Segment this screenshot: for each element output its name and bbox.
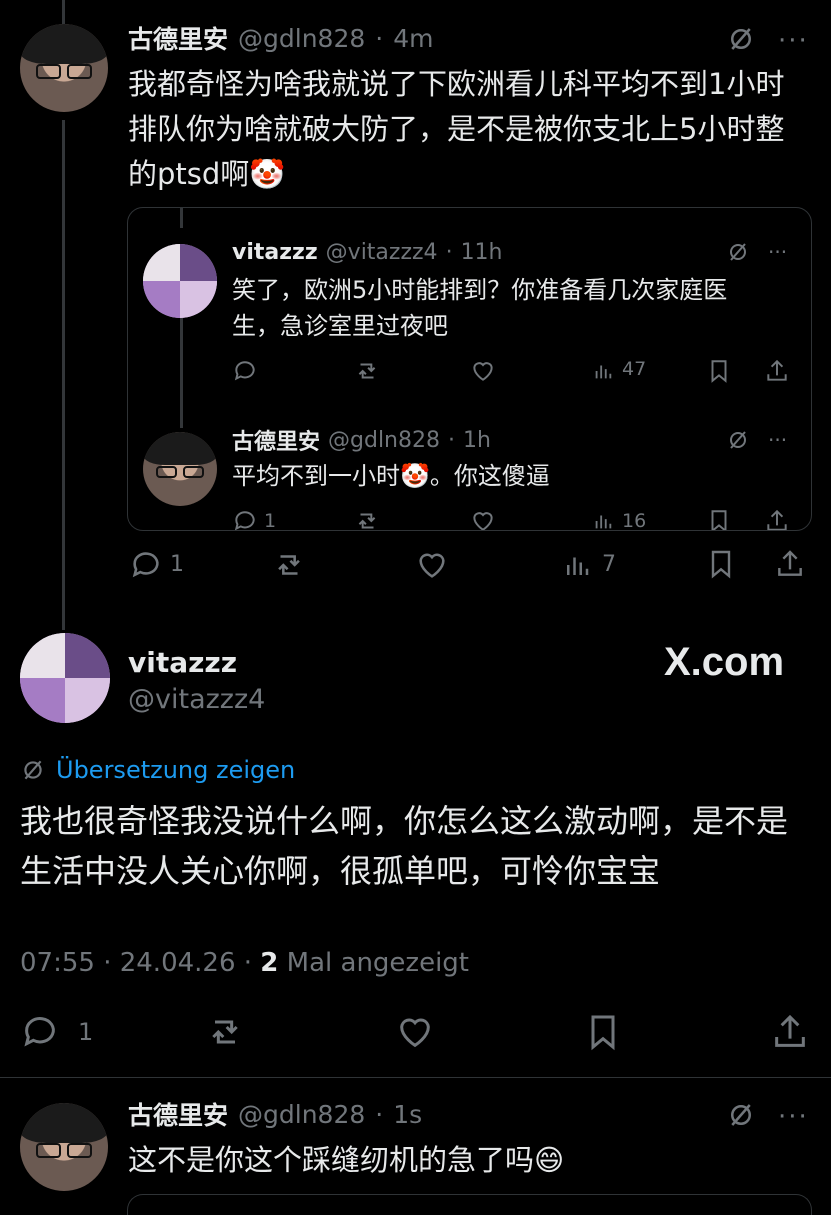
views-count: 47 bbox=[622, 358, 647, 380]
avatar[interactable] bbox=[20, 24, 108, 112]
post-time[interactable]: 11h bbox=[461, 240, 503, 265]
post-timestamp[interactable]: 07:55 · 24.04.26 · bbox=[20, 948, 260, 978]
views-icon[interactable] bbox=[592, 510, 614, 530]
author-name[interactable]: vitazzz bbox=[232, 240, 318, 265]
post-meta: 07:55 · 24.04.26 · 2 Mal angezeigt bbox=[20, 946, 469, 980]
bookmark-icon[interactable] bbox=[583, 1012, 623, 1052]
views-count: 7 bbox=[602, 552, 616, 577]
post-header: 古德里安 @gdln828 · 4m bbox=[128, 20, 433, 56]
bookmark-icon[interactable] bbox=[706, 358, 732, 384]
like-icon[interactable] bbox=[415, 548, 449, 582]
avatar[interactable] bbox=[20, 633, 110, 723]
divider bbox=[0, 1077, 831, 1078]
grok-icon[interactable] bbox=[726, 1100, 756, 1130]
reply-count: 1 bbox=[264, 510, 277, 531]
reply-count: 1 bbox=[170, 552, 184, 577]
post-header: vitazzz @vitazzz4 · 11h bbox=[232, 239, 503, 265]
bookmark-icon[interactable] bbox=[706, 508, 732, 530]
reply-icon[interactable] bbox=[232, 508, 258, 530]
translate-icon bbox=[20, 757, 46, 783]
author-handle[interactable]: @vitazzz4 bbox=[128, 684, 265, 715]
avatar[interactable] bbox=[143, 244, 217, 318]
grok-icon[interactable] bbox=[726, 428, 750, 452]
post-text: 这不是你这个踩缝纫机的急了吗😄 bbox=[128, 1143, 565, 1177]
repost-icon[interactable] bbox=[354, 508, 380, 530]
author-handle[interactable]: @gdln828 bbox=[238, 1100, 365, 1129]
more-icon[interactable]: ··· bbox=[778, 26, 809, 56]
author-handle[interactable]: @vitazzz4 bbox=[326, 240, 438, 265]
quote-thread-line bbox=[180, 304, 183, 428]
author-name[interactable]: 古德里安 bbox=[232, 424, 320, 456]
view-count: 2 bbox=[260, 948, 279, 978]
grok-icon[interactable] bbox=[726, 240, 750, 264]
views-icon[interactable] bbox=[562, 550, 592, 580]
avatar[interactable] bbox=[143, 432, 217, 506]
translate-link[interactable]: Übersetzung zeigen bbox=[20, 754, 295, 786]
post-text: 平均不到一小时🤡。你这傻逼 bbox=[232, 462, 550, 490]
views-count: 16 bbox=[622, 510, 647, 531]
repost-icon[interactable] bbox=[205, 1012, 245, 1052]
share-icon[interactable] bbox=[770, 1012, 810, 1052]
views-icon[interactable] bbox=[592, 360, 614, 382]
share-icon[interactable] bbox=[764, 358, 790, 384]
post-text: 我都奇怪为啥我就说了下欧洲看儿科平均不到1小时排队你为啥就破大防了，是不是被你支… bbox=[128, 67, 785, 191]
avatar[interactable] bbox=[20, 1103, 108, 1191]
author-name[interactable]: 古德里安 bbox=[128, 1096, 228, 1132]
quote-thread-line-top bbox=[180, 208, 183, 228]
post-header: 古德里安 @gdln828 · 1s bbox=[128, 1096, 422, 1132]
reply-icon[interactable] bbox=[232, 358, 258, 384]
translate-label: Übersetzung zeigen bbox=[56, 756, 296, 784]
share-icon[interactable] bbox=[774, 548, 806, 580]
more-icon[interactable]: ··· bbox=[778, 1102, 809, 1132]
reply-icon[interactable] bbox=[20, 1012, 60, 1052]
thread-line-top bbox=[62, 0, 65, 24]
like-icon[interactable] bbox=[395, 1012, 435, 1052]
more-icon[interactable]: ··· bbox=[768, 240, 787, 264]
post-time[interactable]: 4m bbox=[393, 24, 433, 53]
share-icon[interactable] bbox=[764, 508, 790, 530]
grok-icon[interactable] bbox=[726, 24, 756, 54]
post-time[interactable]: 1s bbox=[393, 1100, 422, 1129]
bookmark-icon[interactable] bbox=[705, 548, 737, 580]
author-handle[interactable]: @gdln828 bbox=[328, 428, 440, 453]
quote-box-edge bbox=[127, 1194, 812, 1215]
thread-line bbox=[62, 120, 65, 630]
like-icon[interactable] bbox=[470, 508, 496, 530]
action-bar: 1 16 bbox=[232, 506, 802, 531]
reply-count: 1 bbox=[78, 1018, 94, 1046]
view-label: Mal angezeigt bbox=[278, 948, 469, 978]
author-name[interactable]: 古德里安 bbox=[128, 20, 228, 56]
repost-icon[interactable] bbox=[354, 358, 380, 384]
quoted-thread[interactable]: vitazzz @vitazzz4 · 11h ··· 笑了，欧洲5小时能排到？… bbox=[127, 207, 812, 531]
author-handle[interactable]: @gdln828 bbox=[238, 24, 365, 53]
more-icon[interactable]: ··· bbox=[768, 428, 787, 452]
watermark: X.com bbox=[664, 640, 785, 684]
post-text: 笑了，欧洲5小时能排到？你准备看几次家庭医生，急诊室里过夜吧 bbox=[232, 276, 728, 340]
action-bar: 47 bbox=[232, 356, 802, 386]
like-icon[interactable] bbox=[470, 358, 496, 384]
post-header: 古德里安 @gdln828 · 1h bbox=[232, 424, 491, 456]
post-time[interactable]: 1h bbox=[463, 428, 491, 453]
post-text: 我也很奇怪我没说什么啊，你怎么这么激动啊，是不是生活中没人关心你啊，很孤单吧，可… bbox=[20, 802, 789, 890]
author-name[interactable]: vitazzz bbox=[128, 646, 237, 679]
reply-icon[interactable] bbox=[129, 548, 163, 582]
repost-icon[interactable] bbox=[272, 548, 306, 582]
